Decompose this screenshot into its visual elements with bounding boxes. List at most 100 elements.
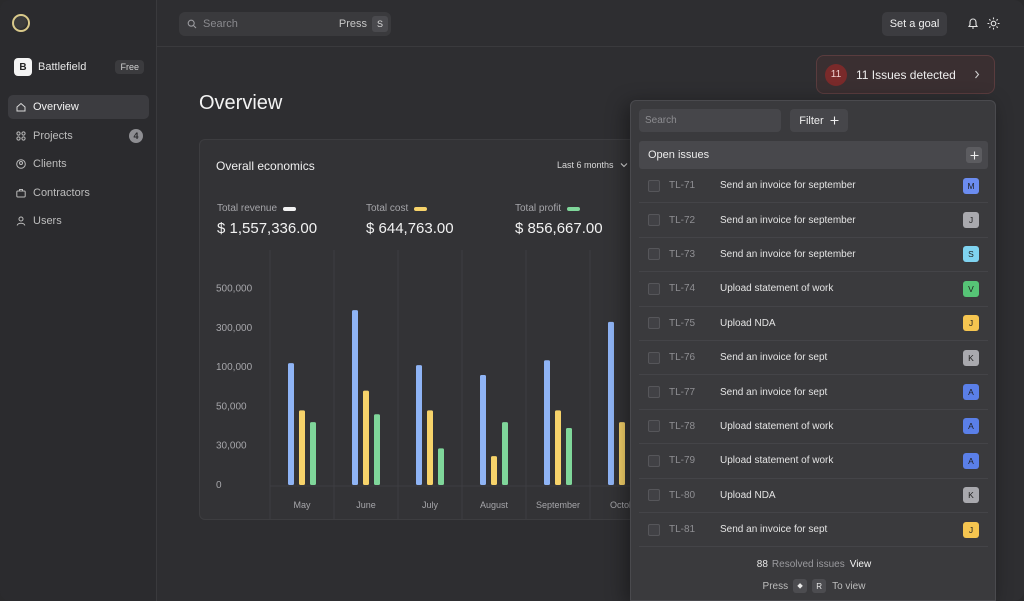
issue-checkbox[interactable] bbox=[648, 351, 660, 364]
chart-bar bbox=[608, 321, 614, 485]
issue-id: TL-77 bbox=[669, 386, 696, 398]
chart-bar bbox=[438, 448, 444, 485]
y-tick-label: 500,000 bbox=[216, 284, 253, 295]
search-input[interactable]: Search Press S bbox=[179, 12, 391, 36]
x-tick-label: July bbox=[422, 500, 439, 510]
filter-button[interactable]: Filter bbox=[790, 109, 848, 132]
assignee-avatar[interactable]: K bbox=[963, 487, 979, 504]
issue-id: TL-78 bbox=[669, 420, 696, 432]
sidebar-item-clients[interactable]: Clients bbox=[8, 152, 149, 176]
issue-row[interactable]: TL-76 Send an invoice for sept K bbox=[639, 341, 988, 376]
set-goal-button[interactable]: Set a goal bbox=[882, 12, 947, 36]
issue-row[interactable]: TL-77 Send an invoice for sept A bbox=[639, 375, 988, 410]
x-tick-label: May bbox=[293, 500, 311, 510]
issue-row[interactable]: TL-72 Send an invoice for september J bbox=[639, 203, 988, 238]
chart-bar bbox=[416, 365, 422, 485]
issues-search-input[interactable]: Search bbox=[639, 109, 781, 132]
issues-count-badge: 11 bbox=[825, 63, 847, 86]
workspace-switcher[interactable]: B Battlefield Free bbox=[14, 57, 144, 77]
assignee-avatar[interactable]: J bbox=[963, 521, 979, 538]
x-tick-label: June bbox=[356, 500, 376, 510]
issue-title: Upload NDA bbox=[720, 317, 776, 329]
issues-detected-button[interactable]: 11 11 Issues detected bbox=[816, 55, 995, 94]
open-issues-label: Open issues bbox=[648, 149, 710, 161]
view-resolved-link[interactable]: View bbox=[850, 559, 872, 570]
issue-id: TL-75 bbox=[669, 317, 696, 329]
chart-bar bbox=[352, 310, 358, 485]
y-tick-label: 0 bbox=[216, 480, 222, 491]
economics-card: Overall economics Last 6 months Total re… bbox=[199, 139, 639, 520]
plus-icon bbox=[830, 116, 839, 125]
issue-checkbox[interactable] bbox=[648, 489, 660, 502]
issue-title: Send an invoice for september bbox=[720, 214, 856, 226]
sidebar-item-contractors[interactable]: Contractors bbox=[8, 181, 149, 205]
issue-row[interactable]: TL-71 Send an invoice for september M bbox=[639, 169, 988, 204]
grid-icon bbox=[16, 130, 26, 141]
assignee-avatar[interactable]: A bbox=[963, 418, 979, 435]
sidebar-item-users[interactable]: Users bbox=[8, 209, 149, 233]
sidebar: B Battlefield Free Overview Projects 4 C… bbox=[0, 0, 157, 601]
issue-row[interactable]: TL-75 Upload NDA J bbox=[639, 307, 988, 341]
open-issues-header: Open issues bbox=[639, 141, 988, 169]
issue-checkbox[interactable] bbox=[648, 248, 660, 261]
shortcut-key-r: R bbox=[812, 579, 827, 593]
chart-bar bbox=[555, 410, 561, 485]
issues-panel: Search Filter Open issues TL-71 Send an i… bbox=[630, 100, 996, 601]
sidebar-item-overview[interactable]: Overview bbox=[8, 95, 149, 119]
user-icon bbox=[16, 216, 26, 226]
assignee-avatar[interactable]: J bbox=[963, 315, 979, 332]
briefcase-icon bbox=[16, 188, 26, 197]
issue-row[interactable]: TL-73 Send an invoice for september S bbox=[639, 238, 988, 273]
issue-checkbox[interactable] bbox=[648, 282, 660, 295]
issue-title: Send an invoice for september bbox=[720, 248, 856, 260]
x-tick-label: September bbox=[536, 500, 580, 510]
add-issue-button[interactable] bbox=[966, 147, 982, 163]
issue-checkbox[interactable] bbox=[648, 179, 660, 192]
app-logo[interactable] bbox=[12, 14, 30, 32]
assignee-avatar[interactable]: M bbox=[963, 177, 979, 194]
chart-bar bbox=[288, 363, 294, 485]
chart-bar bbox=[299, 410, 305, 485]
issue-checkbox[interactable] bbox=[648, 317, 660, 330]
issue-row[interactable]: TL-78 Upload statement of work A bbox=[639, 410, 988, 445]
issue-title: Send an invoice for sept bbox=[720, 352, 828, 364]
issue-id: TL-72 bbox=[669, 214, 696, 226]
sun-icon[interactable] bbox=[987, 17, 1000, 30]
resolved-label: Resolved issues bbox=[771, 559, 845, 570]
top-bar: Search Press S Set a goal bbox=[157, 0, 1024, 47]
search-shortcut-key: S bbox=[372, 16, 388, 32]
issue-id: TL-79 bbox=[669, 455, 696, 467]
assignee-avatar[interactable]: A bbox=[963, 384, 979, 401]
assignee-avatar[interactable]: J bbox=[963, 212, 979, 229]
y-tick-label: 300,000 bbox=[216, 323, 253, 334]
chart-bar bbox=[480, 374, 486, 485]
issue-checkbox[interactable] bbox=[648, 214, 660, 227]
assignee-avatar[interactable]: A bbox=[963, 452, 979, 469]
chevron-right-icon bbox=[975, 70, 980, 79]
issue-title: Send an invoice for sept bbox=[720, 386, 828, 398]
sidebar-nav: Overview Projects 4 Clients Contractors … bbox=[8, 95, 149, 238]
chart-bar bbox=[502, 422, 508, 485]
assignee-avatar[interactable]: S bbox=[963, 246, 979, 263]
issue-checkbox[interactable] bbox=[648, 523, 660, 536]
issue-row[interactable]: TL-74 Upload statement of work V bbox=[639, 272, 988, 307]
filter-label: Filter bbox=[799, 114, 824, 127]
sidebar-item-projects[interactable]: Projects 4 bbox=[8, 124, 149, 148]
chart-bar bbox=[619, 422, 625, 485]
bell-icon[interactable] bbox=[967, 17, 979, 30]
issue-row[interactable]: TL-80 Upload NDA K bbox=[639, 479, 988, 513]
assignee-avatar[interactable]: V bbox=[963, 280, 979, 297]
issue-row[interactable]: TL-79 Upload statement of work A bbox=[639, 444, 988, 479]
resolved-summary: 88 Resolved issues View bbox=[631, 559, 997, 570]
issue-checkbox[interactable] bbox=[648, 386, 660, 399]
workspace-name: Battlefield bbox=[38, 61, 87, 73]
issue-row[interactable]: TL-81 Send an invoice for sept J bbox=[639, 513, 988, 548]
chart-bar bbox=[427, 410, 433, 485]
issue-checkbox[interactable] bbox=[648, 420, 660, 433]
shortcut-key-modifier: ⬥ bbox=[793, 579, 808, 593]
issue-checkbox[interactable] bbox=[648, 454, 660, 467]
assignee-avatar[interactable]: K bbox=[963, 349, 979, 366]
y-tick-label: 50,000 bbox=[216, 401, 247, 412]
sidebar-item-label: Clients bbox=[33, 158, 67, 170]
chart-bar bbox=[374, 414, 380, 485]
